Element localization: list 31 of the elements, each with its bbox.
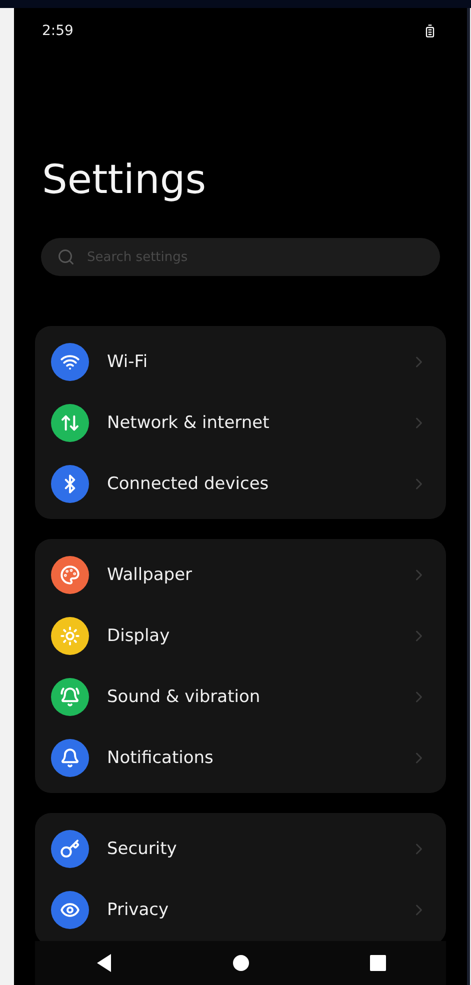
settings-item[interactable]: Notifications (35, 727, 446, 788)
settings-item[interactable]: Network & internet (35, 392, 446, 453)
settings-item[interactable]: Security (35, 818, 446, 879)
settings-item-label: Security (107, 838, 178, 858)
page-title: Settings (42, 156, 208, 204)
settings-item-label: Connected devices (107, 474, 270, 494)
settings-item-label: Wi-Fi (107, 352, 149, 372)
key-icon (60, 838, 80, 858)
settings-item-label: Privacy (107, 900, 170, 920)
settings-item[interactable]: Sound & vibration (35, 666, 446, 727)
settings-item[interactable]: Display (35, 605, 446, 666)
sun-icon (60, 626, 80, 646)
settings-item[interactable]: Wi-Fi (35, 331, 446, 392)
settings-item-label: Notifications (107, 748, 214, 768)
settings-item[interactable]: Connected devices (35, 453, 446, 514)
status-time: 2:59 (42, 23, 74, 39)
settings-item-label: Display (107, 626, 171, 646)
settings-item[interactable]: Wallpaper (35, 544, 446, 605)
up-down-arrows-icon (60, 412, 80, 432)
back-icon[interactable] (94, 953, 112, 973)
home-icon[interactable] (232, 954, 250, 972)
notification-icon (60, 748, 80, 768)
search-icon (57, 248, 75, 266)
settings-item-label: Network & internet (107, 412, 270, 432)
battery-icon (423, 24, 437, 38)
bell-icon (60, 686, 80, 706)
settings-item-label: Wallpaper (107, 564, 194, 584)
settings-item-label: Sound & vibration (107, 686, 262, 706)
settings-item[interactable]: Privacy (35, 879, 446, 940)
palette-icon (60, 564, 80, 584)
recents-icon[interactable] (368, 954, 386, 972)
